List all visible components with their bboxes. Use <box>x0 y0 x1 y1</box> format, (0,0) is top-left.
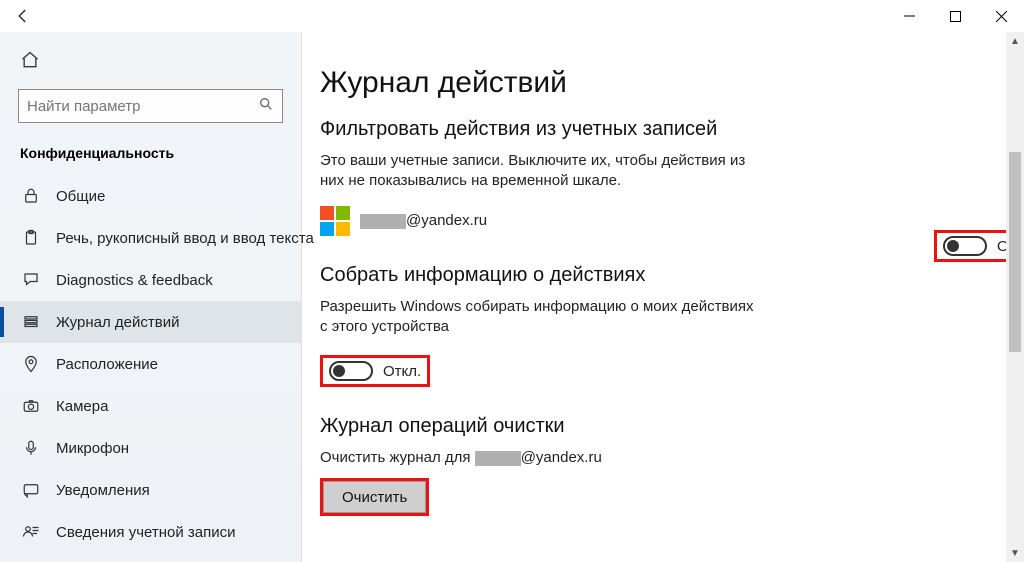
clear-section: Журнал операций очистки Очистить журнал … <box>320 415 1000 516</box>
filter-heading: Фильтровать действия из учетных записей <box>320 118 1000 141</box>
sidebar-item-account-info[interactable]: Сведения учетной записи <box>0 511 301 553</box>
highlight-clear-button: Очистить <box>320 478 429 516</box>
lock-icon <box>22 187 40 205</box>
mic-icon <box>22 439 40 457</box>
sidebar-item-label: Журнал действий <box>56 314 179 331</box>
sidebar-item-label: Сведения учетной записи <box>56 524 236 541</box>
minimize-button[interactable] <box>886 0 932 32</box>
sidebar-item-speech[interactable]: Речь, рукописный ввод и ввод текста <box>0 217 301 259</box>
collect-toggle-label: Откл. <box>383 363 421 380</box>
sidebar-item-notifications[interactable]: Уведомления <box>0 469 301 511</box>
activity-icon <box>22 313 40 331</box>
sidebar-item-location[interactable]: Расположение <box>0 343 301 385</box>
vertical-scrollbar[interactable]: ▲ ▼ <box>1006 32 1024 562</box>
sidebar-item-label: Diagnostics & feedback <box>56 272 213 289</box>
scroll-up-arrow[interactable]: ▲ <box>1006 32 1024 50</box>
close-button[interactable] <box>978 0 1024 32</box>
sidebar-item-label: Камера <box>56 398 108 415</box>
page-title: Журнал действий <box>320 66 1000 100</box>
scroll-down-arrow[interactable]: ▼ <box>1006 544 1024 562</box>
collect-heading: Собрать информацию о действиях <box>320 264 1000 287</box>
maximize-button[interactable] <box>932 0 978 32</box>
clear-heading: Журнал операций очистки <box>320 415 1000 438</box>
search-input-wrap[interactable] <box>18 89 283 123</box>
sidebar-item-diagnostics[interactable]: Diagnostics & feedback <box>0 259 301 301</box>
account-toggle[interactable] <box>943 236 987 256</box>
sidebar-item-label: Микрофон <box>56 440 129 457</box>
clipboard-icon <box>22 229 40 247</box>
content-pane: Журнал действий Фильтровать действия из … <box>302 32 1024 562</box>
filter-desc: Это ваши учетные записи. Выключите их, ч… <box>320 151 760 192</box>
sidebar-item-label: Речь, рукописный ввод и ввод текста <box>56 230 314 247</box>
camera-icon <box>22 397 40 415</box>
home-icon[interactable] <box>20 54 40 74</box>
account-email: @yandex.ru <box>360 212 487 229</box>
titlebar <box>0 0 1024 32</box>
notify-icon <box>22 481 40 499</box>
collect-toggle[interactable] <box>329 361 373 381</box>
highlight-collect-toggle: Откл. <box>320 355 430 387</box>
redacted-text <box>360 214 406 229</box>
back-button[interactable] <box>0 0 46 32</box>
redacted-text <box>475 451 521 466</box>
sidebar-item-label: Уведомления <box>56 482 150 499</box>
collect-desc: Разрешить Windows собирать информацию о … <box>320 297 760 338</box>
clear-button[interactable]: Очистить <box>323 481 426 513</box>
search-input[interactable] <box>27 98 258 115</box>
sidebar-item-general[interactable]: Общие <box>0 175 301 217</box>
scrollbar-thumb[interactable] <box>1009 152 1021 352</box>
sidebar-section-title: Конфиденциальность <box>0 139 301 175</box>
sidebar-item-microphone[interactable]: Микрофон <box>0 427 301 469</box>
sidebar-item-activity-history[interactable]: Журнал действий <box>0 301 301 343</box>
sidebar-item-label: Расположение <box>56 356 158 373</box>
microsoft-logo-icon <box>320 206 350 236</box>
location-icon <box>22 355 40 373</box>
clear-desc: Очистить журнал для @yandex.ru <box>320 448 760 468</box>
account-row: @yandex.ru <box>320 206 1000 236</box>
search-icon <box>258 96 274 116</box>
collect-section: Собрать информацию о действиях Разрешить… <box>320 264 1000 388</box>
feedback-icon <box>22 271 40 289</box>
account-icon <box>22 523 40 541</box>
sidebar: Конфиденциальность Общие Речь, рукописны… <box>0 32 302 562</box>
sidebar-item-camera[interactable]: Камера <box>0 385 301 427</box>
filter-section: Фильтровать действия из учетных записей … <box>320 118 1000 236</box>
sidebar-item-label: Общие <box>56 188 105 205</box>
